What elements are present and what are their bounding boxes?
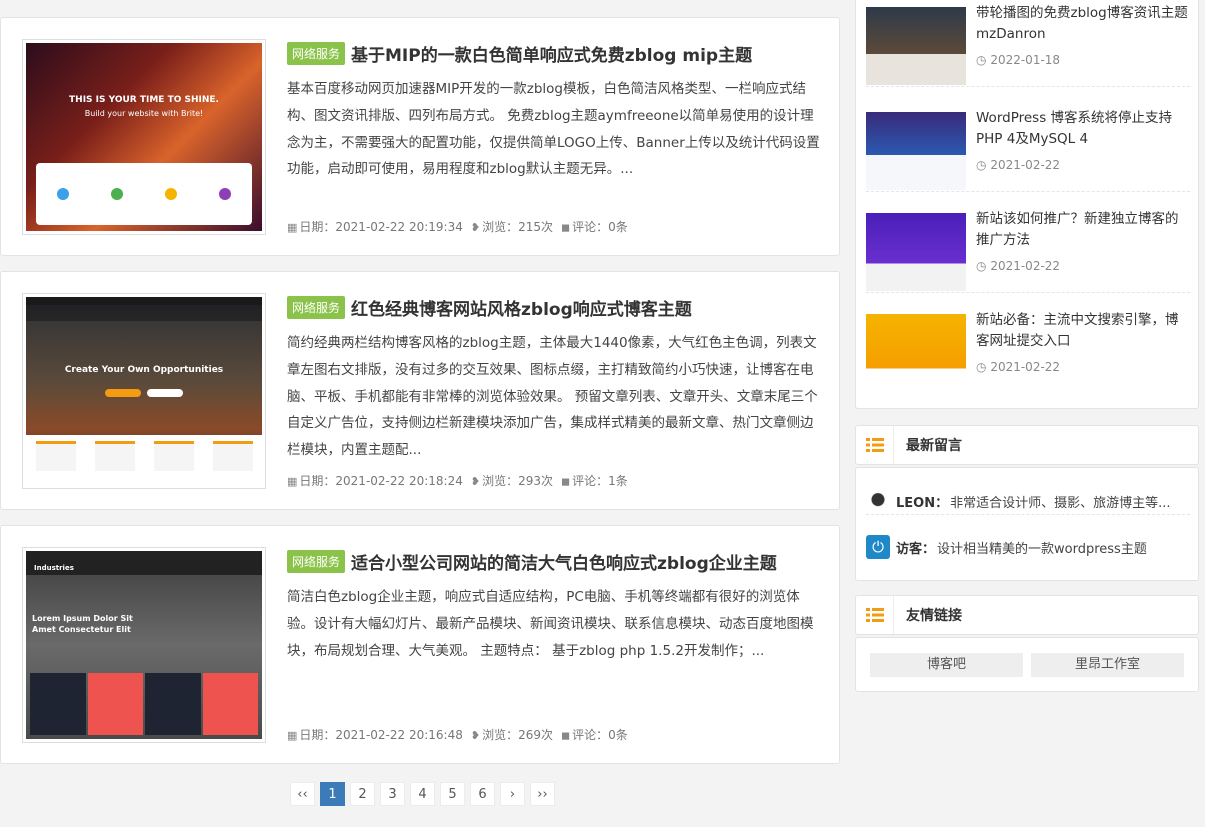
recent-posts-widget: 带轮播图的免费zblog博客资讯主题mzDanron ◷ 2022-01-18 … — [855, 0, 1199, 409]
recent-post-title[interactable]: 带轮播图的免费zblog博客资讯主题mzDanron — [976, 3, 1190, 45]
pagination: ‹‹ 1 2 3 4 5 6 › ›› — [290, 782, 555, 806]
thumb-headline: Create Your Own Opportunities — [64, 365, 224, 375]
list-icon — [856, 596, 894, 634]
post-views: 浏览：269次 — [482, 728, 553, 742]
thumb-header: Industries — [26, 551, 262, 575]
post-views: 浏览：293次 — [482, 474, 553, 488]
page-1[interactable]: 1 — [320, 782, 345, 806]
post-title[interactable]: 网络服务 红色经典博客网站风格zblog响应式博客主题 — [287, 294, 827, 320]
thumb-headline: THIS IS YOUR TIME TO SHINE. — [69, 95, 219, 105]
recent-post-title[interactable]: 新站该如何推广？新建独立博客的推广方法 — [976, 209, 1190, 251]
thumb-subline: Build your website with Brite! — [84, 109, 204, 118]
post-card: Industries Lorem Ipsum Dolor Sit Amet Co… — [0, 525, 840, 764]
widget-title: 最新留言 — [906, 438, 962, 454]
post-comments: 评论：1条 — [572, 474, 628, 488]
post-title-text[interactable]: 基于MIP的一款白色简单响应式免费zblog mip主题 — [351, 41, 752, 66]
list-icon — [856, 426, 894, 464]
recent-post-item[interactable]: 新站该如何推广？新建独立博客的推广方法 ◷ 2021-02-22 — [866, 203, 1190, 293]
post-meta: ▦ 日期：2021-02-22 20:19:34 ❥ 浏览：215次 ◼ 评论：0条 — [287, 218, 628, 235]
clock-icon: ◷ — [976, 360, 987, 374]
page-next[interactable]: › — [500, 782, 525, 806]
recent-post-thumbnail[interactable] — [866, 112, 966, 190]
post-title-text[interactable]: 红色经典博客网站风格zblog响应式博客主题 — [351, 295, 692, 320]
recent-post-thumbnail[interactable] — [866, 7, 966, 85]
comment-author: LEON： — [896, 496, 949, 511]
post-thumbnail[interactable]: THIS IS YOUR TIME TO SHINE. Build your w… — [22, 39, 266, 235]
post-excerpt: 简约经典两栏结构博客风格的zblog主题，主体最大1440像素，大气红色主色调，… — [287, 335, 818, 459]
post-title[interactable]: 网络服务 基于MIP的一款白色简单响应式免费zblog mip主题 — [287, 40, 827, 66]
post-excerpt: 基本百度移动网页加速器MIP开发的一款zblog模板，白色简洁风格类型、一栏响应… — [287, 81, 820, 178]
recent-post-item[interactable]: 带轮播图的免费zblog博客资讯主题mzDanron ◷ 2022-01-18 — [866, 0, 1190, 87]
recent-post-title[interactable]: 新站必备：主流中文搜索引擎，博客网址提交入口 — [976, 310, 1190, 352]
post-views: 浏览：215次 — [482, 220, 553, 234]
friend-link[interactable]: 里昂工作室 — [1031, 653, 1184, 677]
category-badge[interactable]: 网络服务 — [287, 41, 346, 65]
comment-icon: ◼ — [560, 475, 571, 488]
calendar-icon: ▦ — [287, 221, 298, 234]
post-title-text[interactable]: 适合小型公司网站的简洁大气白色响应式zblog企业主题 — [351, 549, 777, 574]
recent-post-date: ◷ 2021-02-22 — [976, 259, 1061, 273]
category-badge[interactable]: 网络服务 — [287, 295, 346, 319]
calendar-icon: ▦ — [287, 475, 298, 488]
post-date: 日期：2021-02-22 20:19:34 — [299, 220, 463, 234]
links-widget-header: 友情链接 — [855, 595, 1199, 635]
post-comments: 评论：0条 — [572, 728, 628, 742]
avatar: ⏻ — [866, 535, 890, 559]
post-card: Create Your Own Opportunities 网络服务 红色经典博… — [0, 271, 840, 510]
post-thumbnail[interactable]: Industries Lorem Ipsum Dolor Sit Amet Co… — [22, 547, 266, 743]
recent-post-date: ◷ 2022-01-18 — [976, 53, 1061, 67]
page-3[interactable]: 3 — [380, 782, 405, 806]
thumb-brand: Industries — [34, 564, 74, 572]
recent-post-item[interactable]: WordPress 博客系统将停止支持PHP 4及MySQL 4 ◷ 2021-… — [866, 102, 1190, 192]
recent-post-item[interactable]: 新站必备：主流中文搜索引擎，博客网址提交入口 ◷ 2021-02-22 — [866, 304, 1190, 394]
thumb-feature-panel — [36, 163, 252, 225]
post-meta: ▦ 日期：2021-02-22 20:18:24 ❥ 浏览：293次 ◼ 评论：1条 — [287, 472, 628, 489]
recent-post-title[interactable]: WordPress 博客系统将停止支持PHP 4及MySQL 4 — [976, 108, 1190, 150]
comment-icon: ◼ — [560, 221, 571, 234]
recent-post-date: ◷ 2021-02-22 — [976, 360, 1061, 374]
comment-author: 访客： — [896, 541, 936, 557]
eye-icon: ❥ — [470, 729, 481, 742]
post-excerpt: 简洁白色zblog企业主题，响应式自适应结构，PC电脑、手机等终端都有很好的浏览… — [287, 589, 814, 659]
page-2[interactable]: 2 — [350, 782, 375, 806]
post-date: 日期：2021-02-22 20:18:24 — [299, 474, 463, 488]
recent-post-thumbnail[interactable] — [866, 213, 966, 291]
clock-icon: ◷ — [976, 158, 987, 172]
comments-widget-header: 最新留言 — [855, 425, 1199, 465]
comments-widget: LEON： 非常适合设计师、摄影、旅游博主等... ⏻ 访客： 设计相当精美的一… — [855, 467, 1199, 581]
calendar-icon: ▦ — [287, 729, 298, 742]
post-title[interactable]: 网络服务 适合小型公司网站的简洁大气白色响应式zblog企业主题 — [287, 548, 827, 574]
comment-item[interactable]: ⏻ 访客： 设计相当精美的一款wordpress主题 — [866, 534, 1190, 560]
page-5[interactable]: 5 — [440, 782, 465, 806]
comment-item[interactable]: LEON： 非常适合设计师、摄影、旅游博主等... — [866, 489, 1190, 515]
post-thumbnail[interactable]: Create Your Own Opportunities — [22, 293, 266, 489]
post-meta: ▦ 日期：2021-02-22 20:16:48 ❥ 浏览：269次 ◼ 评论：0条 — [287, 726, 628, 743]
post-date: 日期：2021-02-22 20:16:48 — [299, 728, 463, 742]
page-6[interactable]: 6 — [470, 782, 495, 806]
thumb-headline: Lorem Ipsum Dolor Sit Amet Consectetur E… — [32, 614, 133, 634]
comment-icon: ◼ — [560, 729, 571, 742]
comment-text[interactable]: 非常适合设计师、摄影、旅游博主等... — [950, 492, 1170, 511]
eye-icon: ❥ — [470, 221, 481, 234]
friend-link[interactable]: 博客吧 — [870, 653, 1023, 677]
category-badge[interactable]: 网络服务 — [287, 549, 346, 573]
comment-text[interactable]: 设计相当精美的一款wordpress主题 — [937, 538, 1147, 557]
recent-post-date: ◷ 2021-02-22 — [976, 158, 1061, 172]
links-widget: 博客吧 里昂工作室 — [855, 637, 1199, 692]
page-last[interactable]: ›› — [530, 782, 555, 806]
widget-title: 友情链接 — [906, 608, 962, 624]
eye-icon: ❥ — [470, 475, 481, 488]
post-comments: 评论：0条 — [572, 220, 628, 234]
page-first[interactable]: ‹‹ — [290, 782, 315, 806]
post-card: THIS IS YOUR TIME TO SHINE. Build your w… — [0, 17, 840, 256]
recent-post-thumbnail[interactable] — [866, 314, 966, 392]
clock-icon: ◷ — [976, 259, 987, 273]
clock-icon: ◷ — [976, 53, 987, 67]
page-4[interactable]: 4 — [410, 782, 435, 806]
avatar — [866, 489, 890, 514]
